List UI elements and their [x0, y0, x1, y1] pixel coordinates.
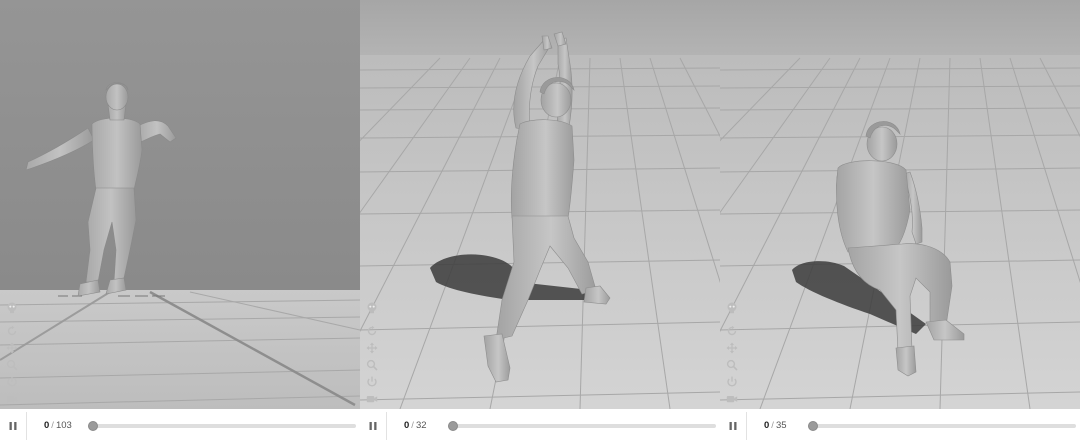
playback-controls: 0/32 [360, 409, 720, 443]
total-frames: 32 [415, 420, 427, 431]
scene-canvas[interactable] [720, 0, 1080, 409]
total-frames: 35 [775, 420, 787, 431]
current-frame: 0 [44, 420, 50, 431]
pause-icon [729, 422, 737, 430]
zoom-icon[interactable] [362, 357, 382, 373]
scene-canvas[interactable] [360, 0, 720, 409]
timeline-handle[interactable] [88, 421, 98, 431]
rotate-icon[interactable] [2, 323, 22, 339]
zoom-icon[interactable] [722, 357, 742, 373]
viewer-panel[interactable]: 0/103 [0, 0, 360, 443]
current-frame: 0 [764, 420, 770, 431]
frame-counter: 0/32 [404, 420, 427, 431]
move-icon[interactable] [722, 340, 742, 356]
move-icon[interactable] [2, 340, 22, 356]
divider [386, 412, 387, 440]
timeline-handle[interactable] [808, 421, 818, 431]
camera-icon[interactable] [2, 391, 22, 407]
sky [720, 0, 1080, 58]
zoom-icon[interactable] [2, 357, 22, 373]
viewer-toolbar [362, 300, 382, 408]
current-frame: 0 [404, 420, 410, 431]
frame-counter: 0/103 [44, 420, 72, 431]
viewer-panel[interactable]: 0/32 [360, 0, 720, 443]
viewer-toolbar [722, 300, 742, 408]
timeline-slider[interactable] [448, 421, 716, 431]
reset-icon[interactable] [722, 374, 742, 390]
pause-icon [9, 422, 17, 430]
skeleton-icon[interactable] [722, 300, 742, 316]
viewer-toolbar [2, 300, 22, 408]
move-icon[interactable] [362, 340, 382, 356]
divider [746, 412, 747, 440]
motion-viewer-app: 0/103 0 / 32 0 / 35 [0, 0, 1080, 443]
timeline-handle[interactable] [448, 421, 458, 431]
reset-icon[interactable] [362, 374, 382, 390]
reset-icon[interactable] [2, 374, 22, 390]
rotate-icon[interactable] [362, 323, 382, 339]
divider [26, 412, 27, 440]
pause-button[interactable] [364, 418, 382, 434]
skeleton-icon[interactable] [362, 300, 382, 316]
camera-icon[interactable] [362, 391, 382, 407]
pause-button[interactable] [724, 418, 742, 434]
rotate-icon[interactable] [722, 323, 742, 339]
pause-button[interactable] [4, 418, 22, 434]
timeline-slider[interactable] [808, 421, 1076, 431]
scene-canvas[interactable] [0, 0, 360, 409]
timeline-slider[interactable] [88, 421, 356, 431]
frame-counter: 0/35 [764, 420, 787, 431]
camera-icon[interactable] [722, 391, 742, 407]
viewer-panel[interactable]: 0/35 [720, 0, 1080, 443]
total-frames: 103 [55, 420, 72, 431]
skeleton-icon[interactable] [2, 300, 22, 316]
backdrop [0, 0, 360, 290]
playback-controls: 0/35 [720, 409, 1080, 443]
pause-icon [369, 422, 377, 430]
playback-controls: 0/103 [0, 409, 360, 443]
